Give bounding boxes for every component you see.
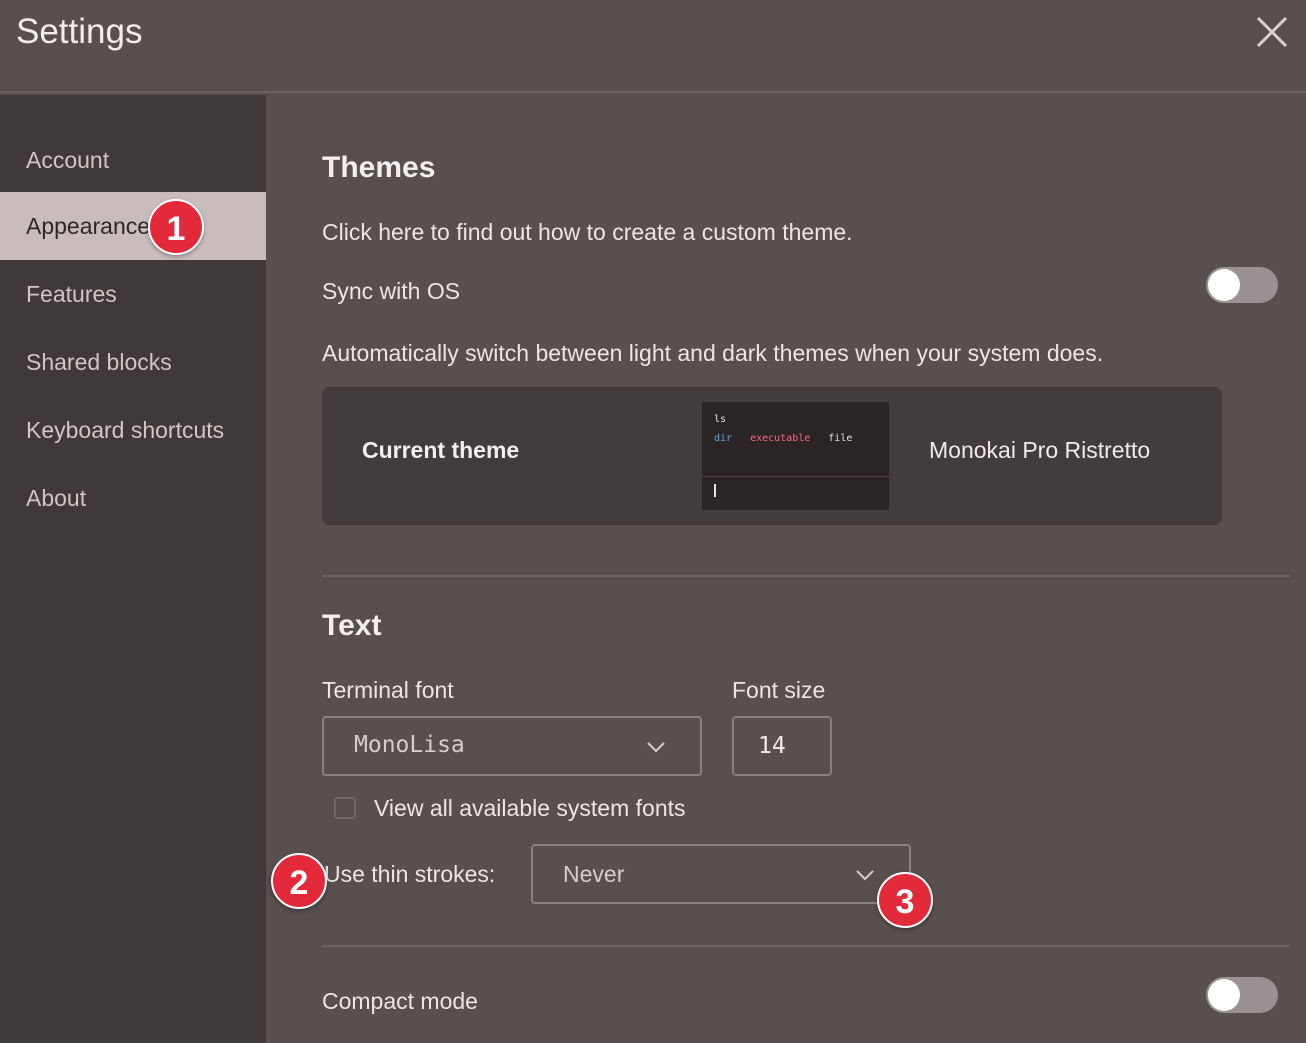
sidebar-item-account[interactable]: Account: [0, 126, 266, 194]
sidebar-item-label: Features: [26, 281, 117, 307]
close-icon: [1256, 16, 1288, 48]
preview-executable: executable: [750, 433, 811, 444]
section-divider: [322, 945, 1290, 947]
themes-heading: Themes: [322, 151, 436, 184]
terminal-font-value: MonoLisa: [354, 732, 465, 758]
terminal-font-label: Terminal font: [322, 677, 454, 703]
current-theme-name: Monokai Pro Ristretto: [929, 437, 1151, 463]
thin-strokes-value: Never: [563, 861, 625, 887]
preview-cursor: [714, 484, 716, 497]
custom-theme-link[interactable]: Click here to find out how to create a c…: [322, 219, 853, 246]
thin-strokes-select[interactable]: Never: [531, 844, 911, 904]
text-heading: Text: [322, 609, 382, 642]
sidebar-item-about[interactable]: About: [0, 464, 266, 532]
sidebar-item-shared-blocks[interactable]: Shared blocks: [0, 328, 266, 396]
close-button[interactable]: [1256, 16, 1288, 48]
sidebar-item-appearance[interactable]: Appearance: [0, 192, 266, 260]
sidebar-item-label: Account: [26, 147, 110, 173]
system-fonts-checkbox[interactable]: [334, 797, 356, 819]
preview-dir: dir: [714, 433, 733, 444]
toggle-knob: [1208, 269, 1240, 301]
annotation-badge-2: 2: [271, 853, 327, 909]
settings-sidebar: Account Appearance Features Shared block…: [0, 95, 266, 1043]
system-fonts-label: View all available system fonts: [374, 795, 686, 821]
compact-mode-toggle[interactable]: [1206, 977, 1278, 1013]
sync-os-description: Automatically switch between light and d…: [322, 340, 1104, 366]
preview-separator: [702, 476, 889, 477]
section-divider: [322, 575, 1290, 577]
toggle-knob: [1208, 979, 1240, 1011]
annotation-badge-1: 1: [148, 199, 204, 255]
sync-os-toggle[interactable]: [1206, 267, 1278, 303]
thin-strokes-label: Use thin strokes:: [324, 861, 496, 887]
sidebar-item-keyboard-shortcuts[interactable]: Keyboard shortcuts: [0, 396, 266, 464]
sidebar-item-label: Appearance: [26, 213, 151, 239]
preview-command: ls: [714, 414, 727, 425]
preview-output: dir executable file: [714, 433, 852, 444]
chevron-down-icon: [856, 870, 874, 881]
chevron-down-icon: [647, 742, 665, 753]
current-theme-label: Current theme: [362, 437, 520, 463]
theme-preview: ls dir executable file: [702, 402, 889, 510]
window-title: Settings: [16, 12, 143, 51]
preview-file: file: [828, 433, 853, 444]
font-size-input[interactable]: 14: [732, 716, 832, 776]
sidebar-item-features[interactable]: Features: [0, 260, 266, 328]
title-bar: Settings: [0, 0, 1306, 93]
sync-os-label: Sync with OS: [322, 278, 461, 304]
terminal-font-select[interactable]: MonoLisa: [322, 716, 702, 776]
annotation-badge-3: 3: [877, 872, 933, 928]
sidebar-item-label: About: [26, 485, 87, 511]
sidebar-item-label: Keyboard shortcuts: [26, 417, 225, 443]
sidebar-item-label: Shared blocks: [26, 349, 172, 375]
current-theme-card[interactable]: Current theme ls dir executable file Monok…: [322, 387, 1222, 525]
appearance-panel: Themes Click here to find out how to cre…: [266, 95, 1306, 1043]
font-size-label: Font size: [732, 677, 826, 703]
compact-mode-label: Compact mode: [322, 988, 478, 1014]
